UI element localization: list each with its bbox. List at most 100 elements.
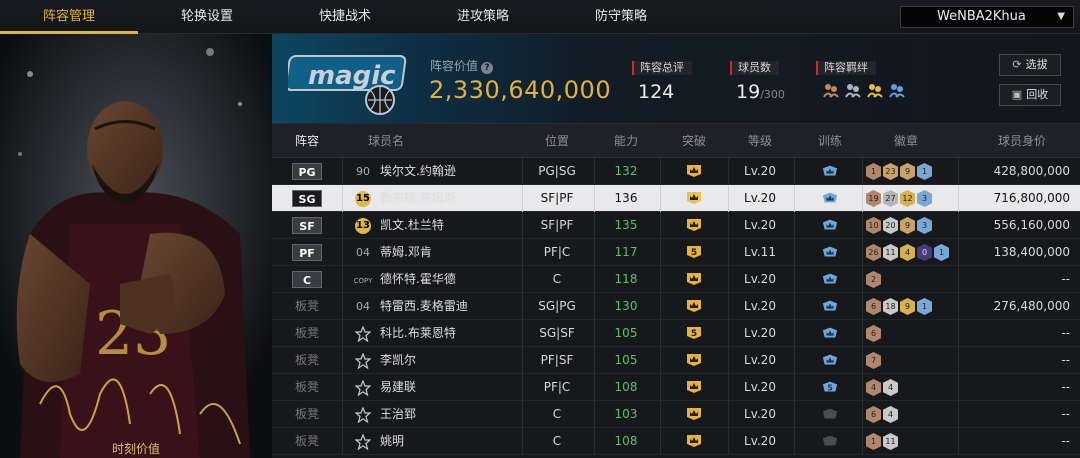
badge-icon[interactable]: 7 bbox=[866, 352, 881, 369]
table-row[interactable]: 板凳 王治郅 C 103 Lv.20 6 4 -- bbox=[272, 401, 1080, 428]
badge-icon[interactable]: 11 bbox=[883, 244, 898, 261]
tab-defense[interactable]: 防守策略 bbox=[552, 0, 690, 34]
player-name[interactable]: 凯文.杜兰特 bbox=[380, 212, 444, 239]
table-row[interactable]: 板凳 易建联 PF|C 108 Lv.20 5 4 4 -- bbox=[272, 374, 1080, 401]
player-name[interactable]: 科比.布莱恩特 bbox=[380, 320, 456, 347]
col-position[interactable]: 位置 bbox=[522, 124, 592, 158]
player-name[interactable]: 特雷西.麦格雷迪 bbox=[380, 293, 468, 320]
breakthrough-cell[interactable] bbox=[664, 374, 724, 401]
slot-cell[interactable]: PF bbox=[272, 239, 342, 266]
player-name[interactable]: 德怀特.霍华德 bbox=[380, 266, 456, 293]
badge-icon[interactable]: 19 bbox=[866, 190, 881, 207]
chemistry-gold-icon[interactable] bbox=[866, 81, 884, 99]
col-badges[interactable]: 徽章 bbox=[876, 124, 936, 158]
badge-icon[interactable]: 4 bbox=[900, 244, 915, 261]
table-row[interactable]: 板凳 姚明 C 108 Lv.20 1 11 -- bbox=[272, 428, 1080, 455]
table-row[interactable]: 板凳 04 特雷西.麦格雷迪 SG|PG 130 Lv.20 6 18 9 1 276,480,00… bbox=[272, 293, 1080, 320]
table-row[interactable]: PG 90 埃尔文.约翰逊 PG|SG 132 Lv.20 1 23 9 1 428,800,000 bbox=[272, 158, 1080, 185]
breakthrough-cell[interactable] bbox=[664, 428, 724, 455]
badge-icon[interactable]: 1 bbox=[917, 163, 932, 180]
player-name[interactable]: 勒布朗.詹姆斯 bbox=[380, 185, 456, 212]
chemistry-silver-icon[interactable] bbox=[844, 81, 862, 99]
tab-offense[interactable]: 进攻策略 bbox=[414, 0, 552, 34]
recycle-button[interactable]: ▣ 回收 bbox=[999, 84, 1061, 106]
breakthrough-cell[interactable]: 5 bbox=[664, 239, 724, 266]
table-row[interactable]: PF 04 蒂姆.邓肯 PF|C 117 5 Lv.11 26 11 4 0 1 138,400,000 bbox=[272, 239, 1080, 266]
training-cell[interactable] bbox=[800, 320, 860, 347]
tab-quick-tactics[interactable]: 快捷战术 bbox=[276, 0, 414, 34]
training-cell[interactable] bbox=[800, 158, 860, 185]
badge-icon[interactable]: 4 bbox=[883, 379, 898, 396]
badge-icon[interactable]: 26 bbox=[866, 244, 881, 261]
badge-icon[interactable]: 4 bbox=[883, 406, 898, 423]
player-name[interactable]: 蒂姆.邓肯 bbox=[380, 239, 432, 266]
table-row[interactable]: SF 13 凯文.杜兰特 SF|PF 135 Lv.20 10 20 9 3 556,160,000 bbox=[272, 212, 1080, 239]
badge-icon[interactable]: 11 bbox=[883, 433, 898, 450]
badge-icon[interactable]: 12 bbox=[900, 190, 915, 207]
slot-cell[interactable]: SF bbox=[272, 212, 342, 239]
pick-button[interactable]: ⟳ 选拔 bbox=[999, 54, 1061, 76]
slot-cell[interactable]: PG bbox=[272, 158, 342, 185]
player-name[interactable]: 埃尔文.约翰逊 bbox=[380, 158, 456, 185]
badge-icon[interactable]: 1 bbox=[866, 163, 881, 180]
help-icon[interactable]: ? bbox=[481, 62, 494, 74]
training-cell[interactable] bbox=[800, 293, 860, 320]
badge-icon[interactable]: 9 bbox=[900, 163, 915, 180]
badge-icon[interactable]: 10 bbox=[866, 217, 881, 234]
badge-icon[interactable]: 4 bbox=[866, 379, 881, 396]
badge-icon[interactable]: 20 bbox=[883, 217, 898, 234]
breakthrough-cell[interactable] bbox=[664, 266, 724, 293]
slot-cell[interactable]: C bbox=[272, 266, 342, 293]
breakthrough-cell[interactable]: 5 bbox=[664, 320, 724, 347]
col-value[interactable]: 球员身价 bbox=[972, 124, 1072, 158]
slot-cell[interactable]: 板凳 bbox=[272, 428, 342, 455]
table-row[interactable]: C COPY 德怀特.霍华德 C 118 Lv.20 2 -- bbox=[272, 266, 1080, 293]
slot-cell[interactable]: 板凳 bbox=[272, 320, 342, 347]
badge-icon[interactable]: 1 bbox=[934, 244, 949, 261]
slot-cell[interactable]: SG bbox=[272, 185, 342, 212]
training-cell[interactable]: 5 bbox=[800, 374, 860, 401]
badge-icon[interactable]: 6 bbox=[866, 298, 881, 315]
table-row[interactable]: 板凳 李凯尔 PF|SF 105 Lv.20 7 -- bbox=[272, 347, 1080, 374]
breakthrough-cell[interactable] bbox=[664, 293, 724, 320]
breakthrough-cell[interactable] bbox=[664, 401, 724, 428]
badge-icon[interactable]: 9 bbox=[900, 298, 915, 315]
chemistry-bronze-icon[interactable] bbox=[822, 81, 840, 99]
training-cell[interactable] bbox=[800, 347, 860, 374]
chemistry-blue-icon[interactable] bbox=[888, 81, 906, 99]
badge-icon[interactable]: 6 bbox=[866, 406, 881, 423]
slot-cell[interactable]: 板凳 bbox=[272, 347, 342, 374]
breakthrough-cell[interactable] bbox=[664, 158, 724, 185]
col-level[interactable]: 等级 bbox=[730, 124, 790, 158]
table-row[interactable]: SG 15 勒布朗.詹姆斯 SF|PF 136 Lv.20 19 27 12 3 716,800,0… bbox=[272, 185, 1080, 212]
badge-icon[interactable]: 3 bbox=[917, 217, 932, 234]
tab-lineup[interactable]: 阵容管理 bbox=[0, 0, 138, 34]
player-name[interactable]: 王治郅 bbox=[380, 401, 416, 428]
slot-cell[interactable]: 板凳 bbox=[272, 401, 342, 428]
badge-icon[interactable]: 18 bbox=[883, 298, 898, 315]
badge-icon[interactable]: 0 bbox=[917, 244, 932, 261]
slot-cell[interactable]: 板凳 bbox=[272, 374, 342, 401]
training-cell[interactable] bbox=[800, 239, 860, 266]
col-overall[interactable]: 能力 bbox=[596, 124, 656, 158]
col-name[interactable]: 球员名 bbox=[356, 124, 416, 158]
player-name[interactable]: 姚明 bbox=[380, 428, 404, 455]
breakthrough-cell[interactable] bbox=[664, 185, 724, 212]
badge-icon[interactable]: 3 bbox=[917, 190, 932, 207]
badge-icon[interactable]: 6 bbox=[866, 325, 881, 342]
table-row[interactable]: 板凳 科比.布莱恩特 SG|SF 105 5 Lv.20 6 -- bbox=[272, 320, 1080, 347]
badge-icon[interactable]: 27 bbox=[883, 190, 898, 207]
badge-icon[interactable]: 2 bbox=[866, 271, 881, 288]
training-cell[interactable] bbox=[800, 428, 860, 455]
player-name[interactable]: 易建联 bbox=[380, 374, 416, 401]
col-training[interactable]: 训练 bbox=[800, 124, 860, 158]
badge-icon[interactable]: 1 bbox=[866, 433, 881, 450]
col-slot[interactable]: 阵容 bbox=[272, 124, 342, 158]
tab-rotation[interactable]: 轮换设置 bbox=[138, 0, 276, 34]
training-cell[interactable] bbox=[800, 401, 860, 428]
breakthrough-cell[interactable] bbox=[664, 212, 724, 239]
badge-icon[interactable]: 9 bbox=[900, 217, 915, 234]
training-cell[interactable] bbox=[800, 185, 860, 212]
training-cell[interactable] bbox=[800, 266, 860, 293]
player-name[interactable]: 李凯尔 bbox=[380, 347, 416, 374]
